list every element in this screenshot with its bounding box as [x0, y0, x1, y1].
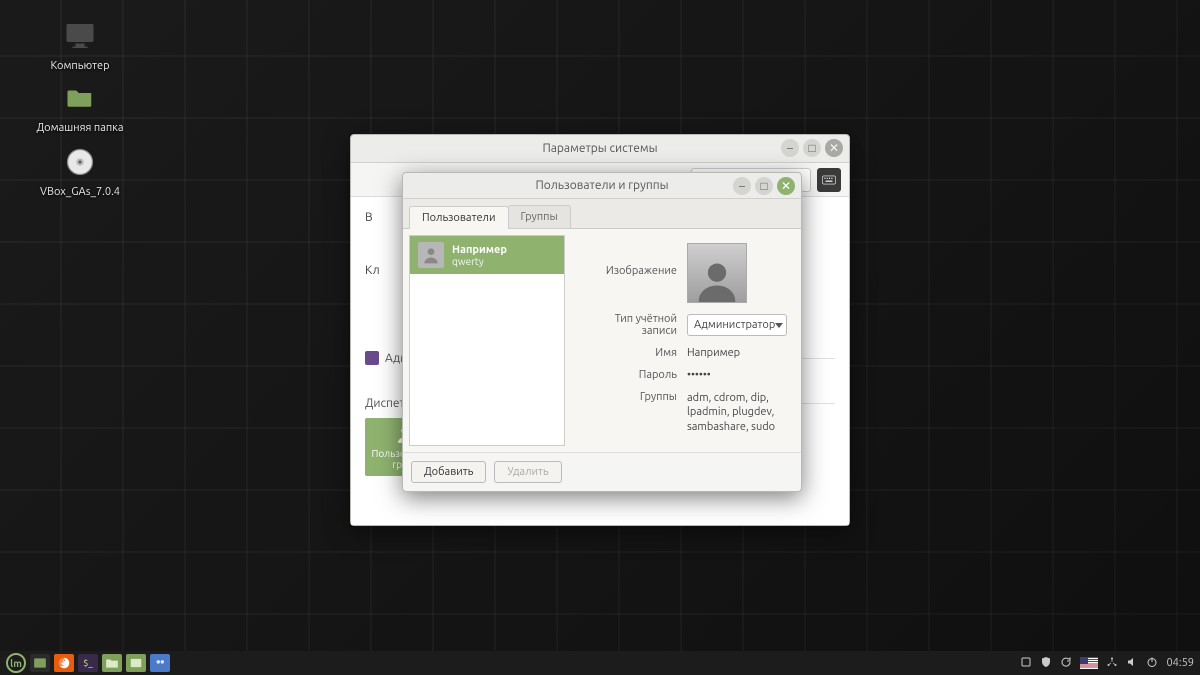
taskbar-running-settings[interactable] — [126, 654, 146, 672]
desktop-icon-label: Домашняя папка — [30, 122, 130, 134]
minimize-button[interactable]: – — [733, 177, 751, 195]
taskbar-running-users[interactable] — [150, 654, 170, 672]
user-list-item[interactable]: Например qwerty — [410, 236, 564, 274]
users-groups-window[interactable]: Пользователи и группы – □ ✕ Пользователи… — [402, 172, 802, 492]
start-menu-button[interactable]: lm — [6, 653, 26, 673]
desktop-icon-label: VBox_GAs_7.0.4 — [30, 186, 130, 198]
maximize-button[interactable]: □ — [803, 139, 821, 157]
disc-icon — [60, 142, 100, 182]
label-password: Пароль — [577, 369, 687, 381]
tab-groups[interactable]: Группы — [508, 205, 571, 228]
password-value[interactable]: •••••• — [687, 369, 787, 381]
desktop-icon-vbox[interactable]: VBox_GAs_7.0.4 — [30, 142, 130, 198]
volume-icon[interactable] — [1126, 656, 1138, 671]
close-button[interactable]: ✕ — [825, 139, 843, 157]
close-button[interactable]: ✕ — [777, 177, 795, 195]
tab-bar: Пользователи Группы — [403, 199, 801, 229]
groups-value[interactable]: adm, cdrom, dip, lpadmin, plugdev, samba… — [687, 391, 787, 434]
minimize-button[interactable]: – — [781, 139, 799, 157]
delete-button[interactable]: Удалить — [494, 461, 561, 483]
avatar-picker[interactable] — [687, 243, 747, 303]
show-desktop-button[interactable] — [30, 654, 50, 672]
label-name: Имя — [577, 347, 687, 359]
label-image: Изображение — [577, 243, 687, 277]
desktop-icon-computer[interactable]: Компьютер — [30, 16, 130, 72]
folder-icon — [60, 78, 100, 118]
tray-shield-icon[interactable] — [1040, 656, 1052, 671]
taskbar-app-terminal[interactable]: $_ — [78, 654, 98, 672]
name-value[interactable]: Например — [687, 347, 787, 359]
avatar-icon — [418, 242, 444, 268]
titlebar[interactable]: Пользователи и группы – □ ✕ — [403, 173, 801, 199]
account-type-select[interactable]: Администратор — [687, 314, 787, 336]
user-list[interactable]: Например qwerty — [409, 235, 565, 446]
network-icon[interactable] — [1106, 656, 1118, 671]
titlebar[interactable]: Параметры системы – □ ✕ — [351, 135, 849, 163]
desktop-icon-label: Компьютер — [30, 60, 130, 72]
desktop-icon-home[interactable]: Домашняя папка — [30, 78, 130, 134]
admin-section-icon — [365, 351, 379, 365]
user-name: Например — [452, 244, 507, 256]
clock[interactable]: 04:59 — [1166, 657, 1194, 669]
user-login: qwerty — [452, 256, 507, 267]
tray-icon[interactable] — [1020, 656, 1032, 671]
dialog-footer: Добавить Удалить — [403, 452, 801, 491]
category-label: В — [365, 211, 373, 224]
power-icon[interactable] — [1146, 656, 1158, 671]
monitor-icon — [60, 16, 100, 56]
window-title: Параметры системы — [542, 142, 657, 155]
taskbar-app-files[interactable] — [102, 654, 122, 672]
label-groups: Группы — [577, 391, 687, 403]
keyboard-layout-flag[interactable] — [1080, 657, 1098, 669]
user-detail-pane: Изображение Тип учётной записи Администр… — [571, 229, 801, 452]
category-label: Кл — [365, 264, 380, 277]
chevron-down-icon — [775, 323, 783, 328]
keyboard-button[interactable] — [817, 168, 841, 192]
account-type-value: Администратор — [694, 319, 775, 331]
label-account-type: Тип учётной записи — [577, 313, 687, 337]
tab-users[interactable]: Пользователи — [409, 206, 509, 229]
maximize-button[interactable]: □ — [755, 177, 773, 195]
tray-updates-icon[interactable] — [1060, 656, 1072, 671]
window-title: Пользователи и группы — [535, 179, 668, 192]
taskbar-app-firefox[interactable] — [54, 654, 74, 672]
taskbar[interactable]: lm $_ 04:59 — [0, 651, 1200, 675]
add-button[interactable]: Добавить — [411, 461, 486, 483]
